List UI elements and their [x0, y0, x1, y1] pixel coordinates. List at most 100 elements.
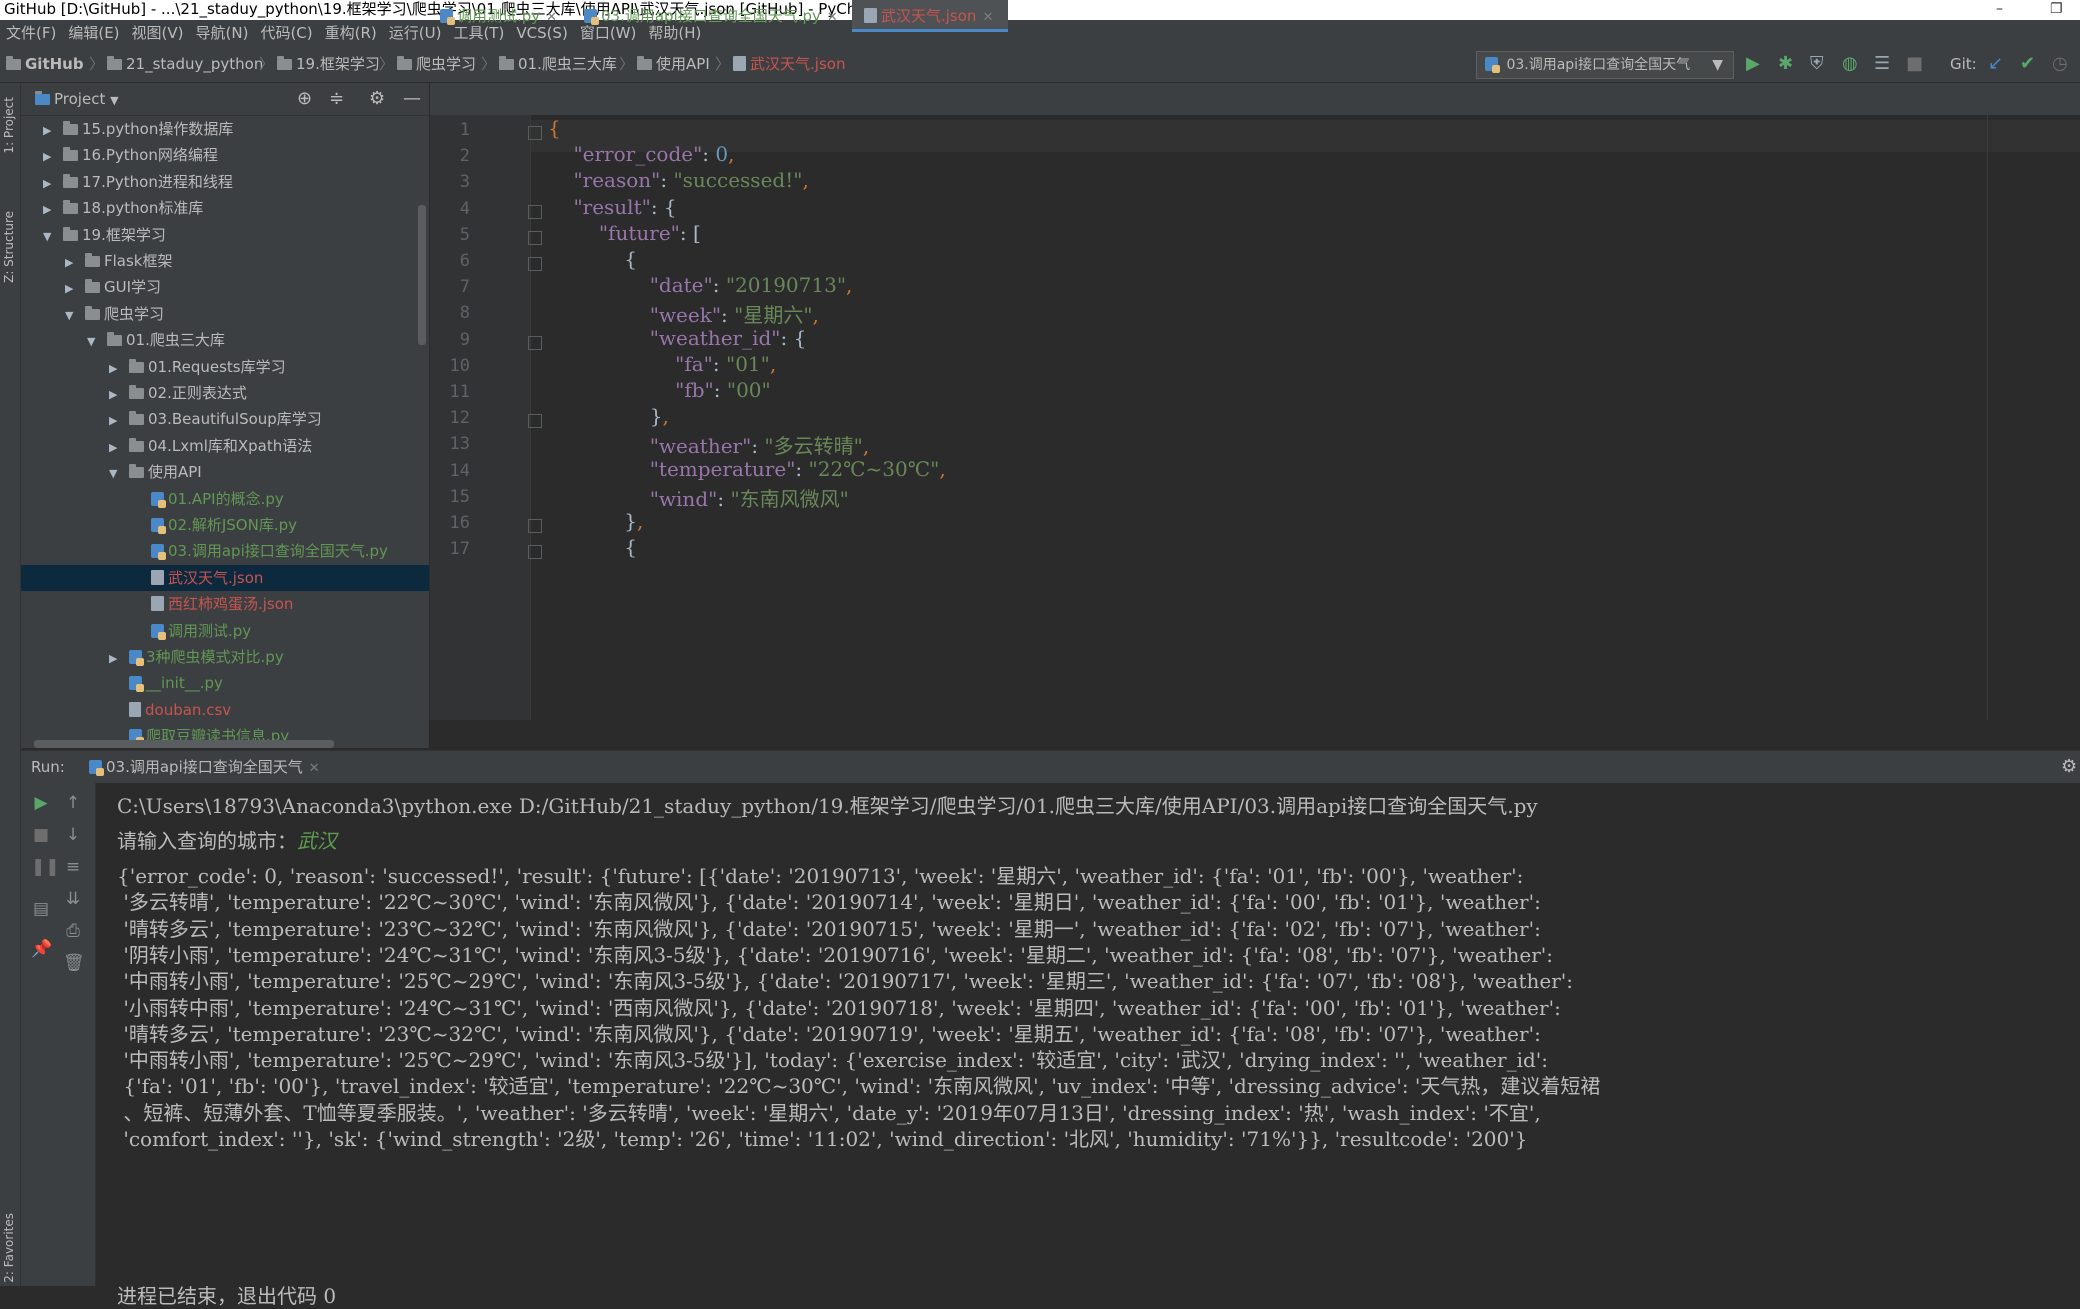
tree-item[interactable]: ▼ 01.爬虫三大库 — [21, 327, 429, 353]
tree-item[interactable]: ▼ 爬虫学习 — [21, 301, 429, 327]
fold-marker[interactable] — [528, 414, 542, 429]
project-view-select[interactable]: Project ▼ — [35, 83, 119, 117]
up-arrow-icon[interactable]: ↑ — [63, 793, 83, 813]
tree-item[interactable]: ▼ 使用API — [21, 459, 429, 485]
expand-down-icon[interactable]: ▼ — [87, 329, 101, 355]
pin-icon[interactable]: 📌 — [31, 939, 52, 959]
fold-marker[interactable] — [528, 519, 542, 533]
expand-right-icon[interactable]: ▶ — [43, 171, 57, 197]
expand-right-icon[interactable]: ▶ — [43, 197, 57, 223]
code-editor[interactable] — [531, 115, 2080, 720]
git-update-icon[interactable]: ↙ — [1988, 54, 2003, 74]
tab-wuhan-weather-json[interactable]: 武汉天气.json ✕ — [852, 0, 1008, 32]
tree-item[interactable]: ▶ 17.Python进程和线程 — [21, 169, 429, 195]
tab-weather-api-py[interactable]: 03.调用api接口查询全国天气.py ✕ — [584, 0, 846, 32]
menu-edit[interactable]: 编辑(E) — [62, 20, 125, 46]
tree-item[interactable]: 02.解析JSON库.py — [21, 512, 429, 538]
tree-item[interactable]: douban.csv — [21, 697, 429, 723]
breadcrumb-crawler[interactable]: 〉爬虫学习 — [376, 46, 476, 82]
favorites-tool-tab[interactable]: 2: Favorites — [2, 1213, 16, 1283]
tree-item[interactable]: 西红柿鸡蛋汤.json — [21, 591, 429, 617]
fold-marker[interactable] — [528, 204, 542, 219]
tab-test-py[interactable]: 调用测试.py ✕ — [440, 0, 568, 32]
stop-icon[interactable]: ■ — [1906, 54, 1923, 74]
pause-icon[interactable]: ❚❚ — [31, 857, 60, 877]
tree-item[interactable]: __init__.py — [21, 670, 429, 696]
fold-marker[interactable] — [528, 126, 542, 140]
run-icon[interactable]: ▶ — [1746, 54, 1760, 74]
tree-item[interactable]: ▶ 15.python操作数据库 — [21, 116, 429, 142]
breadcrumb-libs[interactable]: 〉 01.爬虫三大库 — [478, 46, 617, 82]
trash-icon[interactable]: 🗑 — [63, 953, 85, 973]
print-icon[interactable]: ⎙ — [63, 921, 83, 941]
gear-icon[interactable]: ⚙ — [2061, 751, 2077, 783]
tree-item[interactable]: 01.API的概念.py — [21, 486, 429, 512]
project-tool-tab[interactable]: 1: Project — [2, 97, 16, 154]
tree-item[interactable]: ▶ 3种爬虫模式对比.py — [21, 644, 429, 670]
layout-icon[interactable]: ▤ — [31, 899, 51, 919]
close-icon[interactable]: ✕ — [827, 10, 838, 25]
fold-marker[interactable] — [528, 545, 542, 560]
minimize-button[interactable]: – — [1996, 0, 2003, 18]
close-icon[interactable]: ✕ — [982, 10, 993, 25]
structure-tool-tab[interactable]: Z: Structure — [2, 211, 16, 283]
breadcrumb-api[interactable]: 〉使用API — [616, 46, 710, 82]
concurrency-icon[interactable]: ☰ — [1874, 54, 1890, 74]
coverage-icon[interactable]: ⛨ — [1810, 54, 1824, 74]
expand-right-icon[interactable]: ▶ — [43, 144, 57, 170]
fold-marker[interactable] — [528, 230, 542, 245]
rerun-icon[interactable]: ▶ — [31, 793, 51, 813]
menu-file[interactable]: 文件(F) — [0, 20, 62, 46]
tree-item[interactable]: ▶ GUI学习 — [21, 274, 429, 300]
menu-code[interactable]: 代码(C) — [254, 20, 318, 46]
profile-icon[interactable]: ◍ — [1842, 54, 1858, 74]
tree-item[interactable]: ▶ 18.python标准库 — [21, 195, 429, 221]
run-configuration-select[interactable]: 03.调用api接口查询全国天气 ▼ — [1476, 51, 1734, 79]
expand-right-icon[interactable]: ▶ — [65, 276, 79, 302]
expand-right-icon[interactable]: ▶ — [109, 382, 123, 408]
breadcrumb-github[interactable]: GitHub — [6, 46, 84, 82]
menu-view[interactable]: 视图(V) — [126, 20, 190, 46]
hide-icon[interactable]: — — [403, 83, 421, 115]
expand-down-icon[interactable]: ▼ — [43, 224, 57, 250]
debug-icon[interactable]: ✱ — [1778, 54, 1793, 74]
collapse-all-icon[interactable]: ≑ — [329, 83, 344, 115]
run-tab[interactable]: 03.调用api接口查询全国天气 ✕ — [89, 751, 320, 785]
project-horizontal-scrollbar[interactable] — [34, 740, 334, 748]
tree-item[interactable]: ▶ 03.BeautifulSoup库学习 — [21, 406, 429, 432]
expand-right-icon[interactable]: ▶ — [109, 435, 123, 461]
expand-right-icon[interactable]: ▶ — [109, 408, 123, 434]
breadcrumb-file[interactable]: 〉武汉天气.json — [712, 46, 845, 82]
expand-right-icon[interactable]: ▶ — [109, 356, 123, 382]
gear-icon[interactable]: ⚙ — [369, 83, 385, 115]
expand-down-icon[interactable]: ▼ — [109, 461, 123, 487]
expand-right-icon[interactable]: ▶ — [43, 118, 57, 144]
restore-button[interactable]: ❐ — [2050, 0, 2063, 18]
tree-item[interactable]: ▶ 01.Requests库学习 — [21, 354, 429, 380]
expand-right-icon[interactable]: ▶ — [109, 646, 123, 672]
stop-icon[interactable]: ■ — [31, 825, 51, 845]
tree-item[interactable]: ▶ 02.正则表达式 — [21, 380, 429, 406]
tree-item[interactable]: ▶ Flask框架 — [21, 248, 429, 274]
tree-item[interactable]: 武汉天气.json — [21, 564, 429, 591]
menu-refactor[interactable]: 重构(R) — [319, 20, 383, 46]
git-commit-icon[interactable]: ✔ — [2020, 54, 2035, 74]
breadcrumb-framework[interactable]: 〉 19.框架学习 — [256, 46, 380, 82]
close-icon[interactable]: ✕ — [546, 10, 557, 25]
tree-item[interactable]: ▼ 19.框架学习 — [21, 222, 429, 248]
tree-item[interactable]: ▶ 04.Lxml库和Xpath语法 — [21, 433, 429, 459]
down-arrow-icon[interactable]: ↓ — [63, 825, 83, 845]
menu-run[interactable]: 运行(U) — [383, 20, 448, 46]
menu-navigate[interactable]: 导航(N) — [190, 20, 255, 46]
soft-wrap-icon[interactable]: ≡ — [63, 857, 83, 877]
fold-marker[interactable] — [528, 335, 542, 350]
expand-down-icon[interactable]: ▼ — [65, 303, 79, 329]
tree-item[interactable]: 调用测试.py — [21, 618, 429, 644]
tree-item[interactable]: ▶ 16.Python网络编程 — [21, 142, 429, 168]
scroll-to-end-icon[interactable]: ⇊ — [63, 889, 83, 909]
breadcrumb-project[interactable]: 〉 21_staduy_python — [86, 46, 263, 82]
git-history-icon[interactable]: ◷ — [2052, 54, 2068, 74]
project-scrollbar[interactable] — [418, 205, 426, 345]
expand-right-icon[interactable]: ▶ — [65, 250, 79, 276]
locate-icon[interactable]: ⊕ — [297, 83, 312, 115]
